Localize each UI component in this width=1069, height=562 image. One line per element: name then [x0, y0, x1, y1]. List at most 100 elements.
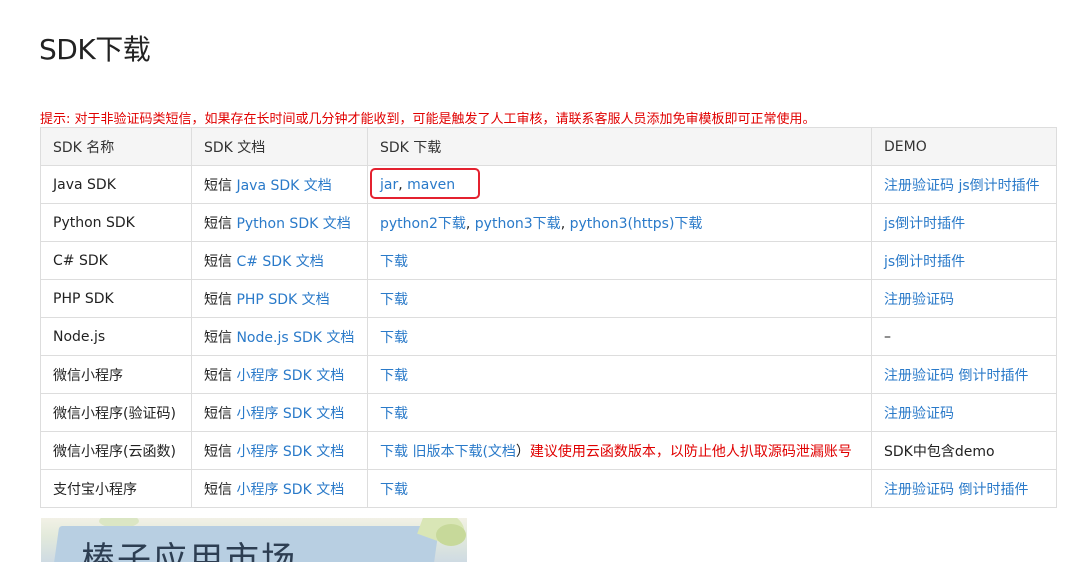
demo-cell: 注册验证码: [871, 393, 1057, 432]
sdk-name-cell: 支付宝小程序: [40, 469, 192, 508]
sdk-name-cell: Java SDK: [40, 165, 192, 204]
sdk-doc-cell: 短信 Python SDK 文档: [191, 203, 368, 242]
page-title: SDK下载: [39, 33, 151, 66]
demo-link[interactable]: 注册验证码: [884, 406, 954, 422]
download-link[interactable]: 下载: [380, 406, 408, 422]
sdk-doc-cell: 短信 Java SDK 文档: [191, 165, 368, 204]
banner-image[interactable]: 棒子应用市场: [41, 518, 467, 562]
download-link[interactable]: 下载: [380, 368, 408, 384]
sdk-name-cell: 微信小程序(验证码): [40, 393, 192, 432]
doc-link[interactable]: 小程序 SDK 文档: [236, 444, 344, 460]
sdk-name-cell: 微信小程序(云函数): [40, 431, 192, 470]
doc-link[interactable]: Java SDK 文档: [236, 178, 331, 194]
table-row: Java SDK 短信 Java SDK 文档 jar, maven 注册验证码 js…: [40, 165, 1057, 204]
separator: ,: [560, 215, 570, 232]
demo-link[interactable]: js倒计时插件: [884, 254, 965, 270]
sdk-download-cell: 下载 旧版本下载(文档）建议使用云函数版本，以防止他人扒取源码泄漏账号: [367, 431, 872, 470]
table-row: 微信小程序(验证码) 短信 小程序 SDK 文档 下载 注册验证码: [40, 393, 1057, 432]
sdk-doc-cell: 短信 PHP SDK 文档: [191, 279, 368, 318]
doc-prefix: 短信: [204, 291, 232, 308]
sdk-table: SDK 名称 SDK 文档 SDK 下载 DEMO Java SDK 短信 Jav…: [40, 127, 1057, 508]
table-row: 微信小程序(云函数) 短信 小程序 SDK 文档 下载 旧版本下载(文档）建议使用云…: [40, 431, 1057, 470]
download-link[interactable]: 下载: [380, 444, 408, 460]
download-link[interactable]: maven: [407, 177, 455, 193]
demo-link[interactable]: 注册验证码: [884, 292, 954, 308]
download-warning: 建议使用云函数版本，以防止他人扒取源码泄漏账号: [529, 443, 852, 460]
sdk-doc-cell: 短信 C# SDK 文档: [191, 241, 368, 280]
leaf-decoration: [436, 524, 466, 546]
demo-cell: 注册验证码 倒计时插件: [871, 355, 1057, 394]
doc-prefix: 短信: [204, 215, 232, 232]
doc-prefix: 短信: [204, 443, 232, 460]
sdk-doc-cell: 短信 小程序 SDK 文档: [191, 469, 368, 508]
demo-cell: 注册验证码 js倒计时插件: [871, 165, 1057, 204]
download-link[interactable]: python3下载: [475, 216, 561, 232]
download-link[interactable]: 下载: [380, 482, 408, 498]
sdk-name-cell: Python SDK: [40, 203, 192, 242]
table-row: 支付宝小程序 短信 小程序 SDK 文档 下载 注册验证码 倒计时插件: [40, 469, 1057, 508]
sdk-download-cell: python2下载, python3下载, python3(https)下载: [367, 203, 872, 242]
sdk-download-cell: 下载: [367, 355, 872, 394]
sdk-download-cell: 下载: [367, 317, 872, 356]
table-row: 微信小程序 短信 小程序 SDK 文档 下载 注册验证码 倒计时插件: [40, 355, 1057, 394]
sdk-download-cell: 下载: [367, 241, 872, 280]
doc-link[interactable]: Python SDK 文档: [236, 216, 350, 232]
doc-link[interactable]: 小程序 SDK 文档: [236, 482, 344, 498]
demo-link[interactable]: 注册验证码: [884, 178, 954, 194]
header-sdk-name: SDK 名称: [40, 127, 192, 166]
separator: ,: [398, 176, 408, 193]
sdk-doc-cell: 短信 Node.js SDK 文档: [191, 317, 368, 356]
demo-link[interactable]: js倒计时插件: [884, 216, 965, 232]
sdk-download-cell: jar, maven: [367, 165, 872, 204]
sdk-download-cell: 下载: [367, 469, 872, 508]
demo-text: –: [884, 328, 891, 345]
table-row: C# SDK 短信 C# SDK 文档 下载 js倒计时插件: [40, 241, 1057, 280]
doc-link[interactable]: PHP SDK 文档: [236, 292, 329, 308]
sdk-doc-cell: 短信 小程序 SDK 文档: [191, 355, 368, 394]
doc-prefix: 短信: [204, 329, 232, 346]
sdk-name-cell: 微信小程序: [40, 355, 192, 394]
demo-text: SDK中包含demo: [884, 443, 995, 460]
download-link[interactable]: 下载: [380, 330, 408, 346]
sdk-doc-cell: 短信 小程序 SDK 文档: [191, 431, 368, 470]
doc-prefix: 短信: [204, 481, 232, 498]
doc-link[interactable]: Node.js SDK 文档: [236, 330, 354, 346]
sdk-name-cell: C# SDK: [40, 241, 192, 280]
sdk-name-cell: PHP SDK: [40, 279, 192, 318]
doc-prefix: 短信: [204, 405, 232, 422]
demo-cell: SDK中包含demo: [871, 431, 1057, 470]
demo-cell: 注册验证码: [871, 279, 1057, 318]
doc-link[interactable]: 小程序 SDK 文档: [236, 368, 344, 384]
doc-link[interactable]: C# SDK 文档: [236, 254, 323, 270]
table-row: Python SDK 短信 Python SDK 文档 python2下载, pyt…: [40, 203, 1057, 242]
download-link[interactable]: python2下载: [380, 216, 466, 232]
demo-link[interactable]: 倒计时插件: [958, 482, 1028, 498]
doc-prefix: 短信: [204, 367, 232, 384]
demo-cell: js倒计时插件: [871, 241, 1057, 280]
header-sdk-doc: SDK 文档: [191, 127, 368, 166]
demo-cell: –: [871, 317, 1057, 356]
notice-text: 提示: 对于非验证码类短信，如果存在长时间或几分钟才能收到，可能是触发了人工审核…: [40, 112, 816, 127]
demo-link[interactable]: 注册验证码: [884, 482, 954, 498]
download-link[interactable]: jar: [380, 177, 398, 193]
doc-prefix: 短信: [204, 253, 232, 270]
sdk-download-cell: 下载: [367, 279, 872, 318]
doc-prefix: 短信: [204, 177, 232, 194]
table-header-row: SDK 名称 SDK 文档 SDK 下载 DEMO: [40, 127, 1057, 166]
separator: ,: [465, 215, 475, 232]
download-link[interactable]: 下载: [380, 292, 408, 308]
download-link[interactable]: 旧版本下载(文档: [412, 444, 515, 460]
demo-link[interactable]: 注册验证码: [884, 368, 954, 384]
download-link[interactable]: 下载: [380, 254, 408, 270]
doc-link[interactable]: 小程序 SDK 文档: [236, 406, 344, 422]
sdk-download-cell: 下载: [367, 393, 872, 432]
demo-cell: 注册验证码 倒计时插件: [871, 469, 1057, 508]
download-link[interactable]: python3(https)下载: [570, 216, 703, 232]
header-sdk-download: SDK 下载: [367, 127, 872, 166]
table-row: PHP SDK 短信 PHP SDK 文档 下载 注册验证码: [40, 279, 1057, 318]
demo-link[interactable]: js倒计时插件: [958, 178, 1039, 194]
banner-text: 棒子应用市场: [81, 540, 297, 562]
demo-link[interactable]: 倒计时插件: [958, 368, 1028, 384]
sdk-doc-cell: 短信 小程序 SDK 文档: [191, 393, 368, 432]
table-row: Node.js 短信 Node.js SDK 文档 下载 –: [40, 317, 1057, 356]
